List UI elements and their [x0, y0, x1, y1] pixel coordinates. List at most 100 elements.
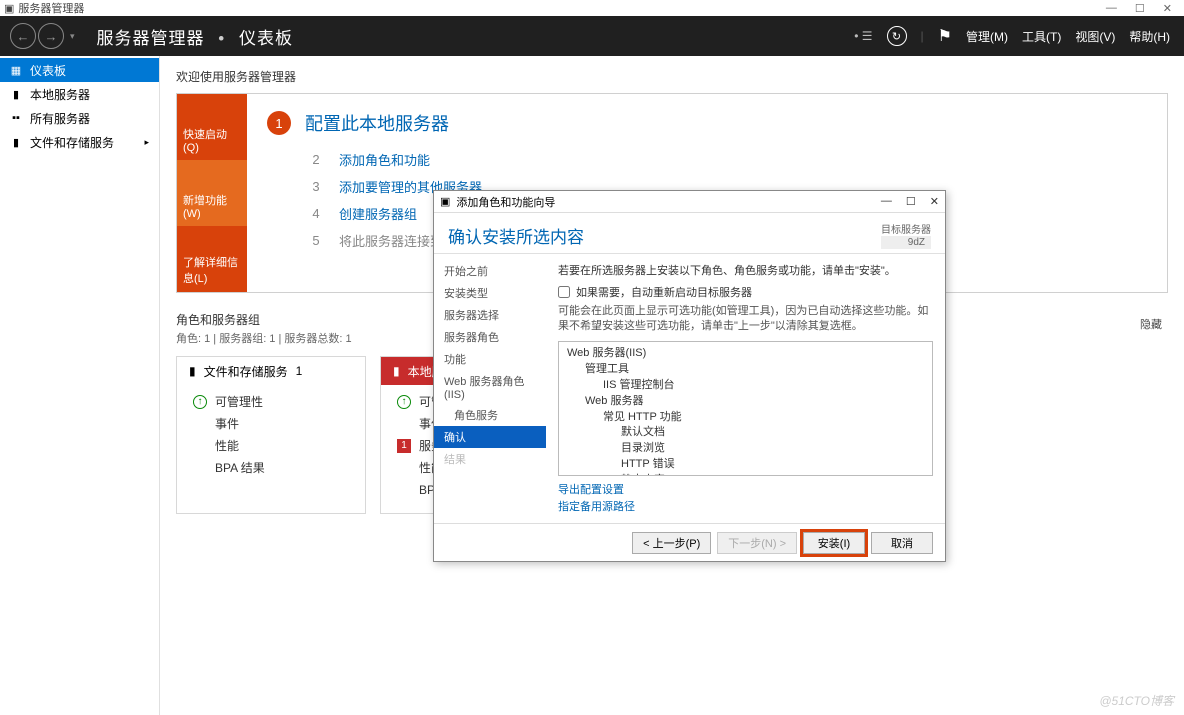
task-number: 5 — [307, 233, 325, 248]
tree-item: 目录浏览 — [567, 441, 924, 457]
sidebar-item-dashboard[interactable]: ▦ 仪表板 — [0, 58, 159, 82]
close-icon[interactable]: ✕ — [1163, 2, 1172, 15]
outer-window-titlebar: ▣ 服务器管理器 — ☐ ✕ — [0, 0, 1184, 16]
restart-checkbox-input[interactable] — [558, 286, 570, 298]
tree-item: 静态内容 — [567, 473, 924, 476]
wizard-text2: 可能会在此页面上显示可选功能(如管理工具)，因为已自动选择这些功能。如果不希望安… — [558, 304, 933, 335]
status-ok-icon: ↑ — [193, 395, 207, 409]
server-icon: ▮ — [393, 364, 400, 378]
nav-back-button[interactable]: ← — [10, 23, 36, 49]
maximize-icon[interactable]: ☐ — [1135, 2, 1145, 15]
task-number: 2 — [307, 152, 325, 167]
status-ok-icon: ↑ — [397, 395, 411, 409]
wizard-nav-iis[interactable]: Web 服务器角色(IIS) — [434, 370, 546, 404]
nav-dropdown-icon[interactable]: ▾ — [70, 31, 75, 42]
dashboard-icon: ▦ — [10, 64, 22, 77]
wizard-nav-features[interactable]: 功能 — [434, 348, 546, 370]
tree-item: Web 服务器 — [567, 394, 924, 410]
wizard-cancel-button[interactable]: 取消 — [871, 532, 933, 554]
wizard-minimize-icon[interactable]: — — [881, 195, 892, 208]
card-file-storage[interactable]: ▮ 文件和存储服务 1 ↑可管理性 事件 性能 BPA 结果 — [176, 356, 366, 514]
wizard-nav-roles[interactable]: 服务器角色 — [434, 326, 546, 348]
tree-item: 默认文档 — [567, 425, 924, 441]
card-title: 文件和存储服务 — [204, 363, 288, 380]
task-number: 3 — [307, 179, 325, 194]
refresh-icon[interactable]: ↻ — [887, 26, 907, 46]
breadcrumb-app: 服务器管理器 — [97, 29, 205, 48]
card-row-label: BPA 结果 — [215, 459, 265, 476]
wizard-close-icon[interactable]: ✕ — [930, 195, 939, 208]
tree-item: HTTP 错误 — [567, 457, 924, 473]
wizard-target-value: 9dZ — [881, 236, 931, 249]
wizard-export-link[interactable]: 导出配置设置 — [558, 482, 933, 499]
outer-window-title: 服务器管理器 — [18, 0, 84, 16]
storage-icon: ▮ — [10, 136, 22, 149]
wizard-altsrc-link[interactable]: 指定备用源路径 — [558, 499, 933, 516]
card-count: 1 — [296, 364, 303, 378]
server-icon: ▮ — [10, 88, 22, 101]
wizard-prev-button[interactable]: < 上一步(P) — [632, 532, 711, 554]
sidebar-item-file-storage[interactable]: ▮ 文件和存储服务 ▸ — [0, 130, 159, 154]
wizard-restart-checkbox[interactable]: 如果需要，自动重新启动目标服务器 — [558, 284, 933, 300]
menu-view[interactable]: 视图(V) — [1075, 28, 1115, 45]
nav-forward-button[interactable]: → — [38, 23, 64, 49]
breadcrumb-sep: • — [218, 29, 225, 48]
wizard-nav-roleservices[interactable]: 角色服务 — [434, 404, 546, 426]
storage-icon: ▮ — [189, 364, 196, 378]
menu-tools[interactable]: 工具(T) — [1022, 28, 1061, 45]
breadcrumb-page: 仪表板 — [239, 29, 293, 48]
wizard-nav: 开始之前 安装类型 服务器选择 服务器角色 功能 Web 服务器角色(IIS) … — [434, 254, 546, 523]
sidebar-item-label: 所有服务器 — [30, 110, 90, 127]
wizard-next-button: 下一步(N) > — [717, 532, 797, 554]
tree-item: Web 服务器(IIS) — [567, 346, 924, 362]
add-roles-wizard: ▣ 添加角色和功能向导 — ☐ ✕ 确认安装所选内容 目标服务器 9dZ 开始之… — [433, 190, 946, 562]
wizard-tree: Web 服务器(IIS)管理工具IIS 管理控制台Web 服务器常见 HTTP … — [558, 341, 933, 476]
minimize-icon[interactable]: — — [1106, 2, 1117, 15]
notifications-icon[interactable]: ⚑ — [938, 26, 952, 46]
card-row-label: 性能 — [215, 437, 239, 454]
watermark: @51CTO博客 — [1099, 692, 1174, 709]
sidebar-item-label: 文件和存储服务 — [30, 134, 114, 151]
task-number-1: 1 — [267, 111, 291, 135]
tree-item: IIS 管理控制台 — [567, 378, 924, 394]
wizard-nav-type[interactable]: 安装类型 — [434, 282, 546, 304]
task-heading[interactable]: 配置此本地服务器 — [305, 110, 449, 136]
wizard-titlebar: ▣ 添加角色和功能向导 — ☐ ✕ — [434, 191, 945, 213]
checkbox-label: 如果需要，自动重新启动目标服务器 — [576, 284, 752, 300]
wizard-text1: 若要在所选服务器上安装以下角色、角色服务或功能，请单击"安装"。 — [558, 262, 933, 278]
menu-manage[interactable]: 管理(M) — [966, 28, 1008, 45]
wizard-maximize-icon[interactable]: ☐ — [906, 195, 916, 208]
wizard-target-label: 目标服务器 — [881, 221, 931, 236]
tile-label: 新增功能(W) — [183, 192, 241, 220]
chevron-right-icon: ▸ — [144, 137, 149, 148]
sidebar-item-label: 本地服务器 — [30, 86, 90, 103]
header-separator: | — [921, 29, 924, 43]
wizard-nav-before[interactable]: 开始之前 — [434, 260, 546, 282]
tile-whats-new[interactable]: 新增功能(W) — [177, 160, 247, 226]
tile-quick-start[interactable]: 快速启动(Q) — [177, 94, 247, 160]
task-add-roles[interactable]: 添加角色和功能 — [339, 150, 430, 169]
tile-label: 了解详细信息(L) — [183, 254, 241, 286]
menu-help[interactable]: 帮助(H) — [1129, 28, 1170, 45]
wizard-nav-results: 结果 — [434, 448, 546, 470]
servers-icon: ▪▪ — [10, 112, 22, 124]
wizard-icon: ▣ — [440, 195, 450, 208]
sidebar-item-label: 仪表板 — [30, 62, 66, 79]
sidebar-item-all-servers[interactable]: ▪▪ 所有服务器 — [0, 106, 159, 130]
wizard-nav-confirm[interactable]: 确认 — [434, 426, 546, 448]
hide-link[interactable]: 隐藏 — [1140, 316, 1162, 332]
status-error-icon: 1 — [397, 439, 411, 453]
breadcrumb: 服务器管理器 • 仪表板 — [97, 24, 293, 49]
sidebar-item-local-server[interactable]: ▮ 本地服务器 — [0, 82, 159, 106]
tile-label: 快速启动(Q) — [183, 126, 241, 154]
chevron-dash-icon[interactable]: • ☰ — [854, 29, 872, 43]
wizard-install-button[interactable]: 安装(I) — [803, 532, 865, 554]
wizard-heading: 确认安装所选内容 — [448, 223, 584, 248]
task-create-group[interactable]: 创建服务器组 — [339, 204, 417, 223]
wizard-footer: < 上一步(P) 下一步(N) > 安装(I) 取消 — [434, 523, 945, 561]
wizard-nav-select[interactable]: 服务器选择 — [434, 304, 546, 326]
card-row-label: 可管理性 — [215, 393, 263, 410]
app-icon: ▣ — [4, 2, 14, 15]
tile-learn-more[interactable]: 了解详细信息(L) — [177, 226, 247, 292]
welcome-text: 欢迎使用服务器管理器 — [176, 68, 1168, 85]
